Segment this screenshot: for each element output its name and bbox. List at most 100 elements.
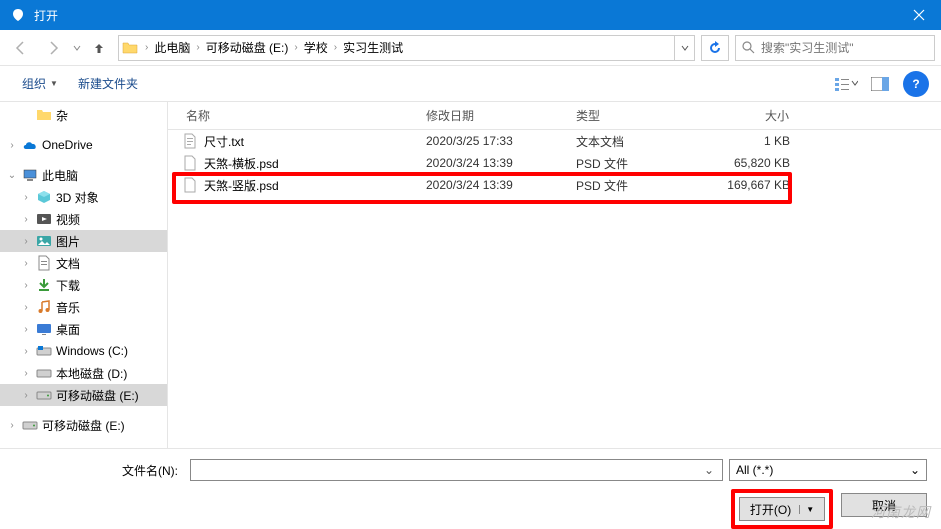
- file-type: PSD 文件: [568, 177, 688, 194]
- sidebar-item-label: 文档: [56, 255, 80, 272]
- expand-icon[interactable]: ›: [20, 324, 32, 335]
- preview-pane-button[interactable]: [863, 71, 897, 97]
- toolbar: 组织 ▼ 新建文件夹 ?: [0, 66, 941, 102]
- sidebar-item[interactable]: ›图片: [0, 230, 167, 252]
- sidebar-item[interactable]: › 视频: [0, 208, 167, 230]
- drive-win-icon: [36, 343, 52, 359]
- file-date: 2020/3/25 17:33: [418, 134, 568, 148]
- file-list: 名称 修改日期 类型 大小 尺寸.txt2020/3/25 17:33文本文档1…: [168, 102, 941, 448]
- breadcrumb-item[interactable]: 可移动磁盘 (E:): [204, 39, 291, 56]
- sidebar-item[interactable]: › 3D 对象: [0, 186, 167, 208]
- onedrive-icon: [22, 137, 38, 153]
- sidebar-item-label: 3D 对象: [56, 189, 99, 206]
- column-header-type[interactable]: 类型: [568, 107, 688, 124]
- breadcrumb[interactable]: › 此电脑 › 可移动磁盘 (E:) › 学校 › 实习生测试: [118, 35, 695, 61]
- desktop-icon: [36, 321, 52, 337]
- expand-icon[interactable]: ›: [20, 302, 32, 313]
- expand-icon[interactable]: ›: [6, 420, 18, 431]
- column-header-name[interactable]: 名称: [168, 107, 418, 124]
- file-list-rows: 尺寸.txt2020/3/25 17:33文本文档1 KB天煞-横板.psd20…: [168, 130, 941, 196]
- titlebar: 打开: [0, 0, 941, 30]
- file-name: 天煞-竖版.psd: [204, 177, 418, 194]
- chevron-down-icon[interactable]: ▼: [799, 505, 814, 514]
- view-options-button[interactable]: [829, 71, 863, 97]
- sidebar-item[interactable]: ›下载: [0, 274, 167, 296]
- app-icon: [10, 7, 26, 23]
- video-icon: [36, 211, 52, 227]
- column-header-date[interactable]: 修改日期: [418, 107, 568, 124]
- nav-up-button[interactable]: [86, 34, 112, 62]
- music-icon: [36, 299, 52, 315]
- expand-icon[interactable]: ›: [20, 192, 32, 203]
- chevron-down-icon: ▼: [50, 79, 58, 88]
- sidebar-item[interactable]: › 文档: [0, 252, 167, 274]
- window-title: 打开: [34, 7, 896, 24]
- expand-icon[interactable]: ›: [6, 140, 18, 151]
- sidebar-item[interactable]: ⌄此电脑: [0, 164, 167, 186]
- expand-icon[interactable]: ⌄: [6, 170, 18, 181]
- sidebar-item[interactable]: 杂: [0, 104, 167, 126]
- breadcrumb-dropdown[interactable]: [674, 36, 694, 60]
- window-close-button[interactable]: [896, 0, 941, 30]
- pc-icon: [22, 167, 38, 183]
- sidebar-item[interactable]: ›Windows (C:): [0, 340, 167, 362]
- new-folder-label: 新建文件夹: [78, 75, 138, 92]
- breadcrumb-item[interactable]: 此电脑: [152, 39, 192, 56]
- chevron-right-icon: ›: [192, 42, 203, 53]
- file-size: 1 KB: [688, 134, 798, 148]
- sidebar-item[interactable]: › 可移动磁盘 (E:): [0, 384, 167, 406]
- file-row[interactable]: 天煞-横板.psd2020/3/24 13:39PSD 文件65,820 KB: [168, 152, 941, 174]
- nav-history-dropdown[interactable]: [70, 34, 84, 62]
- search-input[interactable]: [761, 41, 928, 55]
- chevron-down-icon[interactable]: ⌄: [700, 463, 718, 477]
- sidebar-item[interactable]: ›桌面: [0, 318, 167, 340]
- breadcrumb-item[interactable]: 实习生测试: [341, 39, 405, 56]
- sidebar-item-label: 视频: [56, 211, 80, 228]
- chevron-right-icon: ›: [141, 42, 152, 53]
- downloads-icon: [36, 277, 52, 293]
- folder-icon: [36, 107, 52, 123]
- file-row[interactable]: 尺寸.txt2020/3/25 17:33文本文档1 KB: [168, 130, 941, 152]
- cancel-button[interactable]: 取消: [841, 493, 927, 517]
- expand-icon[interactable]: ›: [20, 346, 32, 357]
- expand-icon[interactable]: ›: [20, 258, 32, 269]
- sidebar-item-label: 本地磁盘 (D:): [56, 365, 127, 382]
- sidebar-item-label: 可移动磁盘 (E:): [56, 387, 139, 404]
- new-folder-button[interactable]: 新建文件夹: [68, 71, 148, 96]
- expand-icon[interactable]: ›: [20, 390, 32, 401]
- expand-icon[interactable]: ›: [20, 236, 32, 247]
- expand-icon[interactable]: ›: [20, 214, 32, 225]
- organize-button[interactable]: 组织 ▼: [12, 71, 68, 96]
- breadcrumb-item[interactable]: 学校: [302, 39, 330, 56]
- file-name: 天煞-横板.psd: [204, 155, 418, 172]
- nav-forward-button[interactable]: [38, 34, 68, 62]
- sidebar-item[interactable]: › 本地磁盘 (D:): [0, 362, 167, 384]
- search-box[interactable]: [735, 35, 935, 61]
- expand-icon[interactable]: ›: [20, 280, 32, 291]
- filename-input[interactable]: [195, 463, 700, 477]
- filename-label: 文件名(N):: [14, 462, 184, 479]
- file-row[interactable]: 天煞-竖版.psd2020/3/24 13:39PSD 文件169,667 KB: [168, 174, 941, 196]
- help-button[interactable]: ?: [903, 71, 929, 97]
- 3d-icon: [36, 189, 52, 205]
- folder-icon: [119, 41, 141, 55]
- nav-back-button[interactable]: [6, 34, 36, 62]
- filter-label: All (*.*): [736, 463, 773, 477]
- file-size: 65,820 KB: [688, 156, 798, 170]
- expand-icon[interactable]: ›: [20, 368, 32, 379]
- file-icon: [182, 155, 198, 171]
- cancel-button-label: 取消: [872, 497, 896, 514]
- sidebar-tree[interactable]: 杂›OneDrive⌄此电脑›3D 对象›视频›图片›文档›下载›音乐›桌面›W…: [0, 102, 168, 448]
- docs-icon: [36, 255, 52, 271]
- column-header-size[interactable]: 大小: [688, 107, 798, 124]
- filename-combobox[interactable]: ⌄: [190, 459, 723, 481]
- sidebar-item[interactable]: › OneDrive: [0, 134, 167, 156]
- file-list-header: 名称 修改日期 类型 大小: [168, 102, 941, 130]
- refresh-button[interactable]: [701, 35, 729, 61]
- sidebar-item[interactable]: ›可移动磁盘 (E:): [0, 414, 167, 436]
- drive-usb-icon: [36, 387, 52, 403]
- file-type-filter[interactable]: All (*.*) ⌄: [729, 459, 927, 481]
- open-button[interactable]: 打开(O) ▼: [739, 497, 825, 521]
- sidebar-item[interactable]: ›音乐: [0, 296, 167, 318]
- sidebar-item-label: OneDrive: [42, 138, 93, 152]
